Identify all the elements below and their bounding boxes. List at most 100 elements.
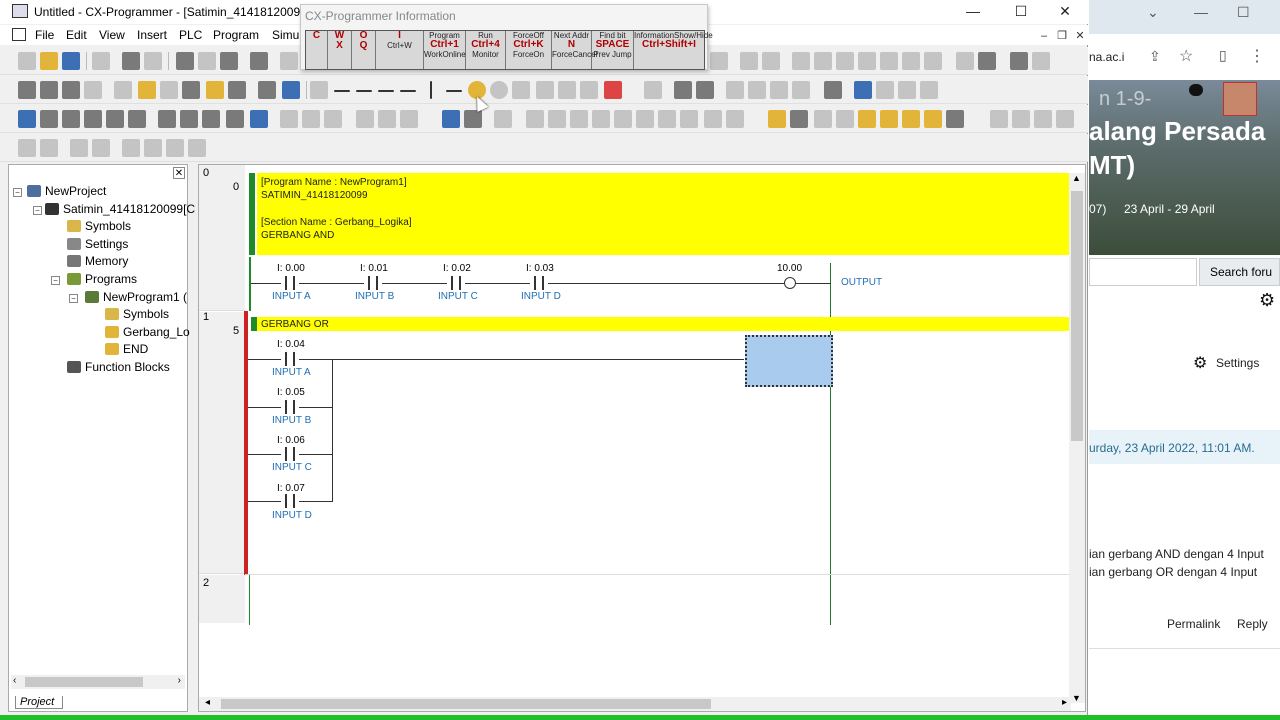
settings-gear-icon[interactable]: ⚙: [1193, 353, 1207, 373]
preview-icon[interactable]: [144, 52, 162, 70]
minimize-button[interactable]: —: [950, 0, 996, 24]
scroll-right-icon[interactable]: ›: [178, 675, 181, 686]
tool-icon-ff[interactable]: [144, 139, 162, 157]
tree-item-section-end[interactable]: END: [105, 342, 148, 356]
output-coil[interactable]: [784, 277, 796, 289]
io-table-icon[interactable]: [158, 110, 176, 128]
program-comment[interactable]: [Program Name : NewProgram1] SATIMIN_414…: [257, 173, 1071, 255]
new-file-icon[interactable]: [18, 52, 36, 70]
output-window-icon[interactable]: [40, 110, 58, 128]
plc-setup-icon[interactable]: [202, 110, 220, 128]
contact-no[interactable]: [447, 276, 465, 290]
info-popup-window[interactable]: CX-Programmer Information C WX OQ I Ctrl+…: [300, 4, 713, 70]
symbol-view-icon[interactable]: [128, 110, 146, 128]
contact-or-icon[interactable]: [378, 90, 394, 92]
tool-icon-gg[interactable]: [166, 139, 184, 157]
tree-item-function-blocks[interactable]: Function Blocks: [67, 360, 170, 374]
tree-item-section-gerbang[interactable]: Gerbang_Lo: [105, 325, 190, 339]
tool-icon-f[interactable]: [836, 52, 854, 70]
list-icon[interactable]: [160, 81, 178, 99]
tool-icon-n[interactable]: [1032, 52, 1050, 70]
mnemonic-icon[interactable]: [226, 110, 244, 128]
scroll-thumb[interactable]: [221, 699, 711, 709]
online-edit-g-icon[interactable]: [902, 110, 920, 128]
play-icon[interactable]: [570, 110, 588, 128]
compare-icon[interactable]: [400, 110, 418, 128]
open-folder-icon[interactable]: [40, 52, 58, 70]
scroll-thumb[interactable]: [1071, 191, 1083, 441]
more-menu-icon[interactable]: ⋮: [1249, 46, 1265, 66]
zoom-out-icon[interactable]: [62, 81, 80, 99]
contact-no[interactable]: [281, 494, 299, 508]
simulator-icon[interactable]: [464, 110, 482, 128]
outdent-icon[interactable]: [40, 139, 58, 157]
online-edit-h-icon[interactable]: [924, 110, 942, 128]
share-icon[interactable]: ⇪: [1149, 48, 1161, 65]
tool-icon-p[interactable]: [674, 81, 692, 99]
tree-item-memory[interactable]: Memory: [67, 254, 128, 268]
tool-icon-ee[interactable]: [122, 139, 140, 157]
permalink-link[interactable]: Permalink: [1167, 617, 1220, 631]
close-panel-icon[interactable]: ✕: [173, 167, 185, 179]
transfer-to-plc-icon[interactable]: [356, 110, 374, 128]
scroll-up-icon[interactable]: ▲: [1072, 173, 1081, 183]
online-edit-e-icon[interactable]: [858, 110, 876, 128]
zoom-fit-icon[interactable]: [84, 81, 102, 99]
simulator-b-icon[interactable]: [494, 110, 512, 128]
toggle-16-icon[interactable]: [324, 110, 342, 128]
tool-icon-r[interactable]: [726, 81, 744, 99]
online-edit-i-icon[interactable]: [946, 110, 964, 128]
contact-nc-icon[interactable]: [356, 90, 372, 92]
tool-icon-v[interactable]: [824, 81, 842, 99]
mdi-restore-button[interactable]: ❐: [1054, 29, 1070, 43]
user-avatar[interactable]: [1223, 82, 1257, 116]
line-corner-icon[interactable]: [580, 81, 598, 99]
step-in-icon[interactable]: [658, 110, 676, 128]
rung-icon[interactable]: [182, 81, 200, 99]
tool-icon-b[interactable]: [740, 52, 758, 70]
collapse-icon[interactable]: −: [13, 188, 22, 197]
tree-item-plc[interactable]: Satimin_41418120099[C: [45, 202, 195, 216]
sidebar-icon[interactable]: ▯: [1219, 47, 1227, 64]
step-out-icon[interactable]: [680, 110, 698, 128]
tool-icon-cc[interactable]: [1034, 110, 1052, 128]
step-run-icon[interactable]: [636, 110, 654, 128]
comment-icon[interactable]: [138, 81, 156, 99]
tree-horizontal-scrollbar[interactable]: ‹ ›: [11, 675, 185, 689]
chevron-down-icon[interactable]: ⌄: [1147, 4, 1159, 21]
tool-icon-q[interactable]: [696, 81, 714, 99]
ladder-diagram-editor[interactable]: 0 0 1 5 2 [Program Name : NewProgram1] S…: [198, 164, 1086, 712]
scroll-right-icon[interactable]: ▸: [1062, 697, 1067, 708]
indent-icon[interactable]: [18, 139, 36, 157]
tool-icon-dd[interactable]: [1056, 110, 1074, 128]
tool-icon-w[interactable]: [854, 81, 872, 99]
settings-dropdown[interactable]: Settings: [1216, 356, 1259, 370]
online-edit-d-icon[interactable]: [836, 110, 854, 128]
coil-nc-icon[interactable]: [490, 81, 508, 99]
grid-icon[interactable]: [114, 81, 132, 99]
menu-edit[interactable]: Edit: [66, 28, 87, 42]
tool-icon-h[interactable]: [880, 52, 898, 70]
mdi-close-button[interactable]: ✕: [1072, 29, 1088, 43]
online-edit-b-icon[interactable]: [790, 110, 808, 128]
transfer-from-plc-icon[interactable]: [378, 110, 396, 128]
undo-icon[interactable]: [280, 52, 298, 70]
contact-no-icon[interactable]: [334, 90, 350, 92]
monitor-icon[interactable]: [258, 81, 276, 99]
document-menu-icon[interactable]: [12, 28, 26, 41]
contact-no[interactable]: [281, 276, 299, 290]
tool-icon-i[interactable]: [902, 52, 920, 70]
mdi-minimize-button[interactable]: –: [1036, 29, 1052, 43]
tool-icon-t[interactable]: [770, 81, 788, 99]
copy-icon[interactable]: [198, 52, 216, 70]
online-edit-icon[interactable]: [768, 110, 786, 128]
scroll-left-icon[interactable]: ‹: [13, 675, 16, 686]
tab-project[interactable]: Project: [15, 696, 64, 709]
tool-icon-k[interactable]: [956, 52, 974, 70]
bookmark-star-icon[interactable]: ☆: [1179, 46, 1193, 66]
cut-icon[interactable]: [176, 52, 194, 70]
tree-item-programs[interactable]: Programs: [67, 272, 137, 286]
horizontal-line-icon[interactable]: [446, 90, 462, 92]
properties-icon[interactable]: [206, 81, 224, 99]
st-view-icon[interactable]: [250, 110, 268, 128]
